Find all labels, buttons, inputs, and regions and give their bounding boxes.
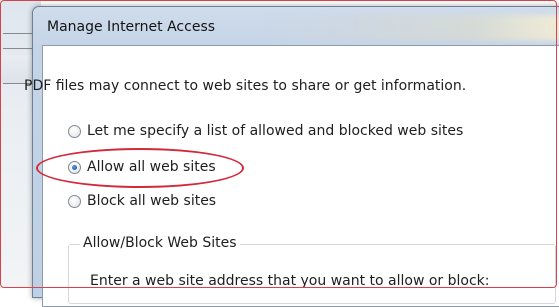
screenshot-border bbox=[0, 0, 557, 288]
